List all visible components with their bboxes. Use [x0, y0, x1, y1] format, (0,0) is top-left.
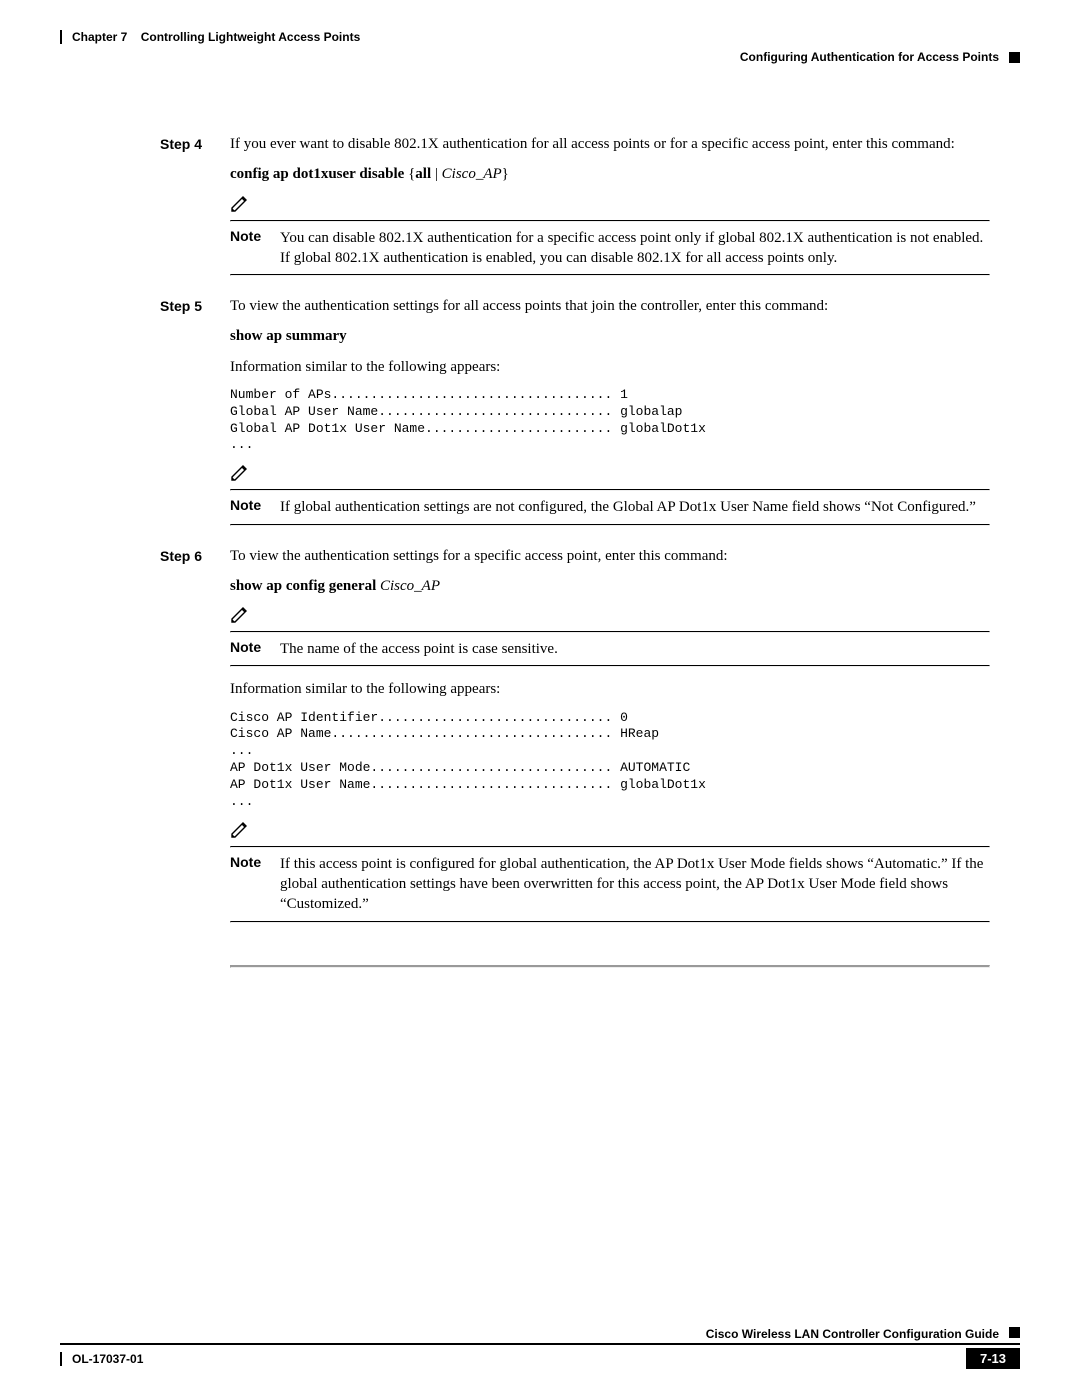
step-label: Step 4 — [160, 134, 230, 288]
command-line: config ap dot1xuser disable {all | Cisco… — [230, 164, 990, 184]
rule — [230, 921, 990, 923]
rule — [230, 274, 990, 276]
note-block: Note If this access point is configured … — [230, 821, 990, 923]
note-text: The name of the access point is case sen… — [280, 639, 990, 659]
footer-square-icon — [1009, 1327, 1020, 1338]
info-line: Information similar to the following app… — [230, 357, 990, 377]
note-text: If global authentication settings are no… — [280, 497, 990, 517]
step-intro: To view the authentication settings for … — [230, 546, 990, 566]
chapter-heading: Chapter 7 Controlling Lightweight Access… — [60, 30, 1020, 44]
note-label: Note — [230, 497, 280, 517]
step-body: To view the authentication settings for … — [230, 296, 990, 538]
cli-output: Cisco AP Identifier.....................… — [230, 710, 990, 811]
step-5: Step 5 To view the authentication settin… — [160, 296, 990, 538]
footer-bottom: OL-17037-01 7-13 — [60, 1348, 1020, 1369]
pencil-icon — [230, 821, 250, 844]
rule — [230, 665, 990, 667]
note-text: You can disable 802.1X authentication fo… — [280, 228, 990, 269]
step-label: Step 6 — [160, 546, 230, 935]
page-header: Chapter 7 Controlling Lightweight Access… — [60, 30, 1020, 64]
note-row: Note The name of the access point is cas… — [230, 633, 990, 665]
brace-close: } — [502, 166, 509, 182]
cmd-prefix: config ap dot1xuser disable — [230, 166, 408, 182]
header-square-icon — [1009, 52, 1020, 63]
page-container: Chapter 7 Controlling Lightweight Access… — [0, 0, 1080, 1397]
step-body: If you ever want to disable 802.1X authe… — [230, 134, 990, 288]
command-line: show ap config general Cisco_AP — [230, 576, 990, 596]
page-footer: Cisco Wireless LAN Controller Configurat… — [60, 1327, 1020, 1369]
step-intro: To view the authentication settings for … — [230, 296, 990, 316]
cmd-all: all — [415, 166, 431, 182]
step-6: Step 6 To view the authentication settin… — [160, 546, 990, 935]
footer-top: Cisco Wireless LAN Controller Configurat… — [60, 1327, 1020, 1345]
cli-output: Number of APs...........................… — [230, 387, 990, 455]
command-line: show ap summary — [230, 326, 990, 346]
step-body: To view the authentication settings for … — [230, 546, 990, 935]
note-label: Note — [230, 639, 280, 659]
note-block: Note If global authentication settings a… — [230, 464, 990, 525]
pencil-icon — [230, 195, 250, 218]
content: Step 4 If you ever want to disable 802.1… — [160, 134, 990, 968]
section-title: Configuring Authentication for Access Po… — [740, 50, 999, 64]
note-block: Note The name of the access point is cas… — [230, 606, 990, 667]
note-row: Note If this access point is configured … — [230, 848, 990, 921]
doc-id: OL-17037-01 — [60, 1352, 143, 1366]
section-end-rule — [230, 965, 990, 968]
pencil-icon — [230, 606, 250, 629]
step-4: Step 4 If you ever want to disable 802.1… — [160, 134, 990, 288]
guide-title: Cisco Wireless LAN Controller Configurat… — [706, 1327, 999, 1341]
cmd-prefix: show ap config general — [230, 578, 380, 594]
info-line: Information similar to the following app… — [230, 679, 990, 699]
note-text: If this access point is configured for g… — [280, 854, 990, 915]
note-label: Note — [230, 854, 280, 915]
note-label: Note — [230, 228, 280, 269]
chapter-label: Chapter 7 — [72, 30, 127, 44]
note-row: Note You can disable 802.1X authenticati… — [230, 222, 990, 275]
cmd-pipe: | — [431, 166, 442, 182]
chapter-title: Controlling Lightweight Access Points — [141, 30, 361, 44]
cmd-arg: Cisco_AP — [442, 166, 502, 182]
cmd-arg: Cisco_AP — [380, 578, 440, 594]
note-row: Note If global authentication settings a… — [230, 491, 990, 523]
page-number: 7-13 — [966, 1348, 1020, 1369]
section-heading-wrap: Configuring Authentication for Access Po… — [60, 50, 1020, 64]
rule — [230, 524, 990, 526]
pencil-icon — [230, 464, 250, 487]
note-block: Note You can disable 802.1X authenticati… — [230, 195, 990, 277]
step-intro: If you ever want to disable 802.1X authe… — [230, 134, 990, 154]
step-label: Step 5 — [160, 296, 230, 538]
